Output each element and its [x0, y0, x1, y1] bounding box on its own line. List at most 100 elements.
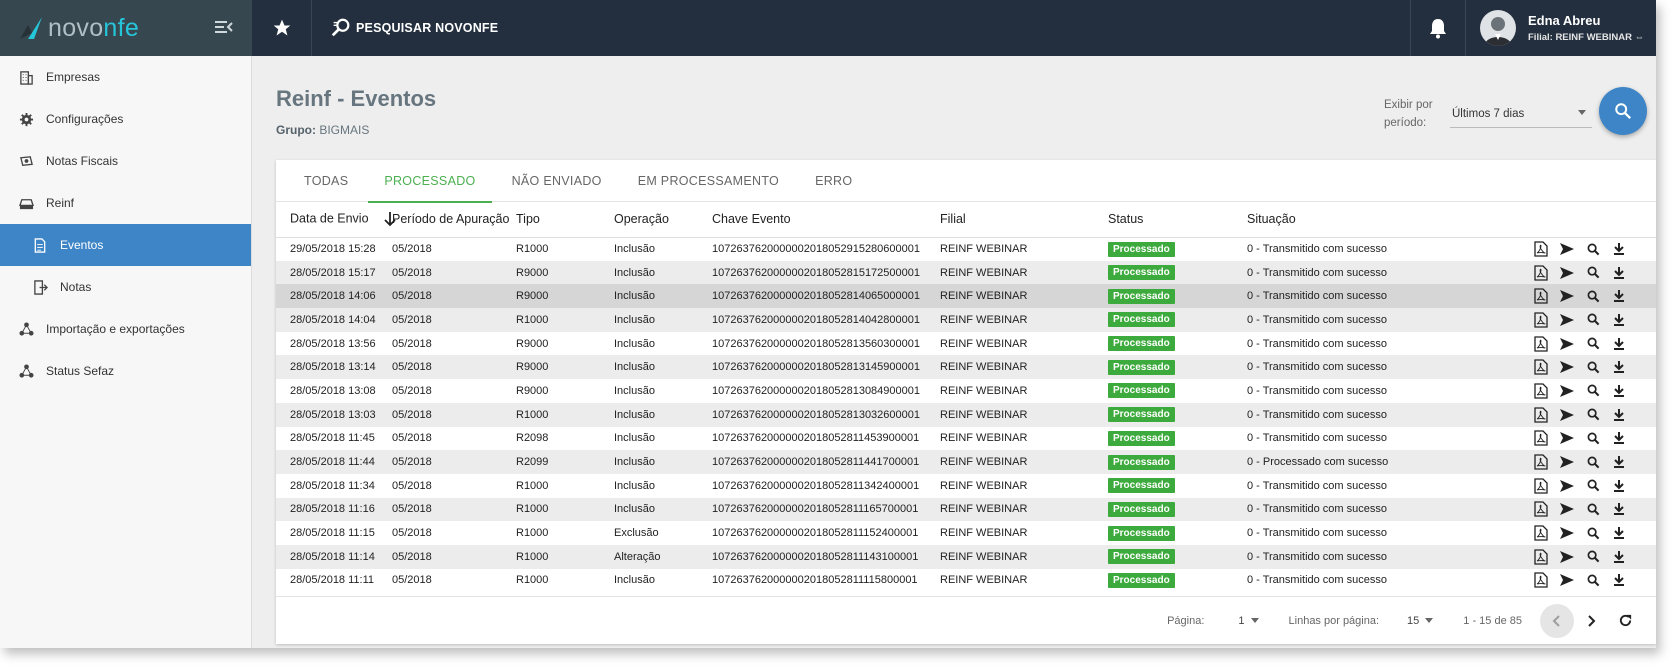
col-tipo[interactable]: Tipo — [516, 202, 614, 238]
download-button[interactable] — [1611, 501, 1627, 517]
tab-em-processamento[interactable]: EM PROCESSAMENTO — [622, 160, 795, 202]
send-button[interactable] — [1559, 430, 1575, 446]
pdf-button[interactable] — [1533, 454, 1549, 470]
send-button[interactable] — [1559, 478, 1575, 494]
send-button[interactable] — [1559, 501, 1575, 517]
rows-per-page-select[interactable]: 15 — [1407, 615, 1434, 627]
download-button[interactable] — [1611, 312, 1627, 328]
pdf-button[interactable] — [1533, 383, 1549, 399]
table-row[interactable]: 28/05/2018 13:56 05/2018 R9000 Inclusão 1072… — [276, 332, 1656, 356]
view-button[interactable] — [1585, 288, 1601, 304]
page-select[interactable]: 1 — [1238, 615, 1259, 627]
notifications-button[interactable] — [1410, 0, 1466, 56]
pdf-button[interactable] — [1533, 288, 1549, 304]
send-button[interactable] — [1559, 241, 1575, 257]
prev-page-button[interactable] — [1540, 603, 1574, 638]
pdf-button[interactable] — [1533, 525, 1549, 541]
sidebar-item-notas-fiscais[interactable]: Notas Fiscais — [0, 140, 251, 182]
table-row[interactable]: 28/05/2018 11:14 05/2018 R1000 Alteração 107… — [276, 544, 1656, 569]
view-button[interactable] — [1585, 241, 1601, 257]
send-button[interactable] — [1559, 288, 1575, 304]
brand-logo[interactable]: novonfe — [18, 14, 139, 43]
table-row[interactable]: 28/05/2018 13:08 05/2018 R9000 Inclusão 1072… — [276, 379, 1656, 403]
sidebar-item-notas[interactable]: Notas — [0, 266, 251, 308]
table-row[interactable]: 28/05/2018 15:17 05/2018 R9000 Inclusão 1072… — [276, 260, 1656, 285]
period-select[interactable]: Últimos 7 dias — [1450, 100, 1592, 128]
table-row[interactable]: 28/05/2018 14:04 05/2018 R1000 Inclusão 1072… — [276, 308, 1656, 332]
pdf-button[interactable] — [1533, 359, 1549, 375]
pdf-button[interactable] — [1533, 430, 1549, 446]
pdf-button[interactable] — [1533, 501, 1549, 518]
refresh-button[interactable] — [1608, 604, 1642, 638]
pdf-button[interactable] — [1533, 264, 1549, 281]
sidebar-item-status-sefaz[interactable]: Status Sefaz — [0, 350, 251, 392]
view-button[interactable] — [1585, 501, 1601, 517]
table-row[interactable]: 28/05/2018 14:06 05/2018 R9000 Inclusão 1072… — [276, 284, 1656, 309]
col-filial[interactable]: Filial — [940, 202, 1108, 238]
send-button[interactable] — [1559, 383, 1575, 399]
next-page-button[interactable] — [1574, 604, 1608, 638]
table-row[interactable]: 28/05/2018 11:11 05/2018 R1000 Inclusão 1072… — [276, 569, 1656, 593]
pdf-button[interactable] — [1533, 407, 1549, 423]
download-button[interactable] — [1611, 288, 1627, 304]
download-button[interactable] — [1611, 430, 1627, 446]
send-button[interactable] — [1559, 407, 1575, 423]
download-button[interactable] — [1611, 549, 1627, 565]
view-button[interactable] — [1585, 454, 1601, 470]
sidebar-item-importacao[interactable]: Importação e exportações — [0, 308, 251, 350]
pdf-button[interactable] — [1533, 335, 1549, 352]
search-button[interactable] — [1599, 87, 1647, 135]
download-button[interactable] — [1611, 478, 1627, 494]
download-button[interactable] — [1611, 359, 1627, 375]
download-button[interactable] — [1611, 454, 1627, 470]
view-button[interactable] — [1585, 549, 1601, 565]
view-button[interactable] — [1585, 430, 1601, 446]
send-button[interactable] — [1559, 265, 1575, 281]
favorites-button[interactable] — [252, 0, 312, 56]
table-row[interactable]: 28/05/2018 11:16 05/2018 R1000 Inclusão 1072… — [276, 497, 1656, 522]
view-button[interactable] — [1585, 572, 1601, 588]
pdf-button[interactable] — [1533, 549, 1549, 565]
pdf-button[interactable] — [1533, 241, 1549, 257]
table-row[interactable]: 28/05/2018 11:45 05/2018 R2098 Inclusão 1072… — [276, 427, 1656, 451]
table-row[interactable]: 28/05/2018 11:34 05/2018 R1000 Inclusão 1072… — [276, 474, 1656, 498]
sidebar-item-reinf[interactable]: Reinf — [0, 182, 251, 224]
user-menu[interactable]: Edna Abreu Filial: REINF WEBINAR ⇔ — [1466, 0, 1656, 56]
send-button[interactable] — [1559, 312, 1575, 328]
table-row[interactable]: 28/05/2018 13:03 05/2018 R1000 Inclusão 1072… — [276, 402, 1656, 427]
col-operacao[interactable]: Operação — [614, 202, 712, 238]
col-data-envio[interactable]: Data de Envio — [276, 202, 396, 238]
tab-nao-enviado[interactable]: NÃO ENVIADO — [496, 160, 618, 202]
global-search-button[interactable]: PESQUISAR NOVONFE — [330, 0, 498, 56]
send-button[interactable] — [1559, 572, 1575, 588]
pdf-button[interactable] — [1533, 312, 1549, 328]
col-periodo[interactable]: Período de Apuração — [392, 202, 516, 238]
table-row[interactable]: 28/05/2018 11:44 05/2018 R2099 Inclusão 1072… — [276, 450, 1656, 474]
sidebar-item-configuracoes[interactable]: Configurações — [0, 98, 251, 140]
col-situacao[interactable]: Situação — [1247, 202, 1529, 238]
send-button[interactable] — [1559, 336, 1575, 352]
download-button[interactable] — [1611, 572, 1627, 588]
view-button[interactable] — [1585, 478, 1601, 494]
download-button[interactable] — [1611, 241, 1627, 257]
download-button[interactable] — [1611, 525, 1627, 541]
table-row[interactable]: 29/05/2018 15:28 05/2018 R1000 Inclusão 1072… — [276, 237, 1656, 261]
send-button[interactable] — [1559, 525, 1575, 541]
view-button[interactable] — [1585, 265, 1601, 281]
download-button[interactable] — [1611, 383, 1627, 399]
view-button[interactable] — [1585, 359, 1601, 375]
pdf-button[interactable] — [1533, 572, 1549, 589]
tab-todas[interactable]: TODAS — [276, 160, 364, 202]
tab-processado[interactable]: PROCESSADO — [368, 160, 492, 203]
view-button[interactable] — [1585, 383, 1601, 399]
send-button[interactable] — [1559, 549, 1575, 565]
col-chave-evento[interactable]: Chave Evento — [712, 202, 940, 238]
download-button[interactable] — [1611, 407, 1627, 423]
download-button[interactable] — [1611, 265, 1627, 281]
sidebar-item-eventos[interactable]: Eventos — [0, 224, 251, 266]
send-button[interactable] — [1559, 359, 1575, 375]
sidebar-item-empresas[interactable]: Empresas — [0, 56, 251, 98]
table-row[interactable]: 28/05/2018 13:14 05/2018 R9000 Inclusão 1072… — [276, 355, 1656, 380]
view-button[interactable] — [1585, 525, 1601, 541]
view-button[interactable] — [1585, 312, 1601, 328]
